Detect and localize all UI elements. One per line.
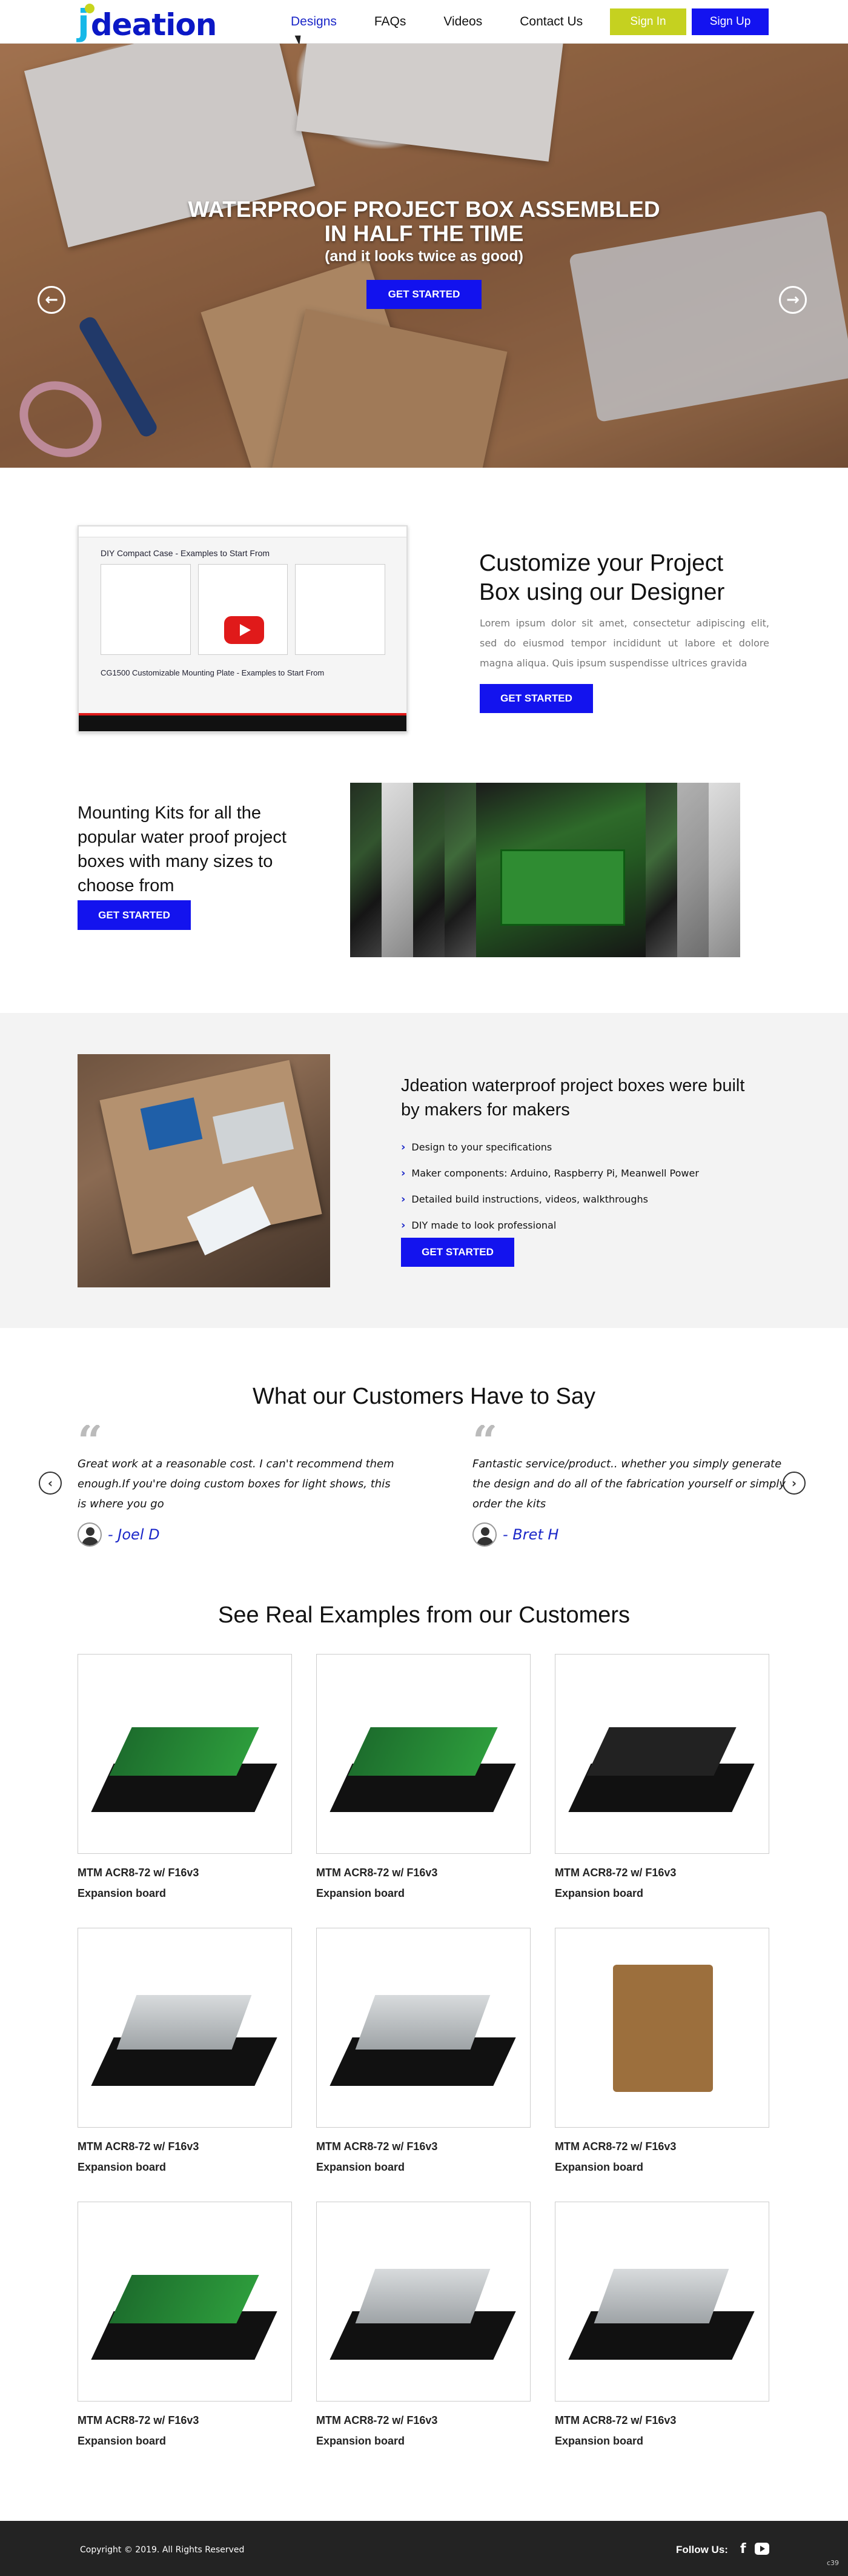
example-caption: MTM ACR8-72 w/ F16v3 Expansion board	[555, 1867, 677, 1899]
video-player[interactable]: DIY Compact Case - Examples to Start Fro…	[78, 525, 408, 732]
hero-subtitle: (and it looks twice as good)	[325, 248, 523, 265]
hero-carousel: WATERPROOF PROJECT BOX ASSEMBLED IN HALF…	[0, 44, 848, 468]
examples-section: See Real Examples from our Customers MTM…	[0, 1601, 848, 2500]
chevron-right-icon: ›	[401, 1193, 406, 1206]
arrow-left-icon[interactable]: ←	[38, 286, 65, 314]
list-item: › Detailed build instructions, videos, wa…	[401, 1193, 648, 1206]
gallery-photo[interactable]	[350, 783, 382, 957]
testimonial-author: - Joel D	[108, 1526, 160, 1543]
example-caption: MTM ACR8-72 w/ F16v3 Expansion board	[316, 1867, 438, 1899]
list-item: › Maker components: Arduino, Raspberry Pi…	[401, 1167, 699, 1180]
nav-link-videos[interactable]: Videos	[443, 15, 482, 29]
testimonial-card: “ Great work at a reasonable cost. I can…	[78, 1425, 399, 1547]
chevron-right-icon: ›	[401, 1167, 406, 1180]
testimonials-title: What our Customers Have to Say	[253, 1384, 595, 1409]
mounting-gallery[interactable]	[350, 783, 769, 957]
gallery-photo[interactable]	[445, 783, 476, 957]
example-caption: MTM ACR8-72 w/ F16v3 Expansion board	[78, 2414, 199, 2447]
mounting-kits-section: Mounting Kits for all the popular water …	[0, 783, 848, 1013]
gallery-photo[interactable]	[413, 783, 445, 957]
top-nav: j deation Designs FAQs Videos Contact Us…	[0, 0, 848, 46]
jdeation-logo[interactable]: j deation	[78, 2, 217, 42]
video-subtitle: CG1500 Customizable Mounting Plate - Exa…	[101, 668, 325, 677]
nav-link-faqs[interactable]: FAQs	[374, 15, 406, 29]
logo-j: j	[78, 4, 94, 40]
example-card[interactable]: MTM ACR8-72 w/ F16v3 Expansion board	[316, 2202, 531, 2451]
sign-up-button[interactable]: Sign Up	[692, 8, 769, 35]
example-photo[interactable]	[316, 2202, 531, 2402]
example-caption: MTM ACR8-72 w/ F16v3 Expansion board	[78, 1867, 199, 1899]
youtube-icon[interactable]	[755, 2543, 769, 2555]
avatar	[78, 1522, 102, 1547]
gallery-photo-main[interactable]	[476, 783, 646, 957]
example-card[interactable]: MTM ACR8-72 w/ F16v3 Expansion board	[555, 2202, 769, 2451]
testimonials-section: What our Customers Have to Say ‹ › “ Gre…	[0, 1328, 848, 1601]
list-item: › Design to your specifications	[401, 1141, 552, 1154]
example-caption: MTM ACR8-72 w/ F16v3 Expansion board	[555, 2414, 677, 2447]
hero-get-started-button[interactable]: GET STARTED	[366, 280, 482, 309]
makers-photo	[78, 1054, 330, 1287]
example-caption: MTM ACR8-72 w/ F16v3 Expansion board	[316, 2414, 438, 2447]
example-card[interactable]: MTM ACR8-72 w/ F16v3 Expansion board	[78, 1928, 292, 2177]
video-title: DIY Compact Case - Examples to Start Fro…	[101, 548, 270, 558]
sign-in-button[interactable]: Sign In	[610, 8, 686, 35]
quote-icon: “	[78, 1425, 399, 1449]
copyright-text: Copyright © 2019. All Rights Reserved	[80, 2545, 245, 2555]
gallery-photo[interactable]	[646, 783, 677, 957]
nav-link-designs[interactable]: Designs	[291, 15, 337, 29]
testimonial-text: Fantastic service/product.. whether you …	[472, 1458, 786, 1510]
example-caption: MTM ACR8-72 w/ F16v3 Expansion board	[555, 2140, 677, 2173]
play-icon[interactable]	[224, 616, 264, 644]
examples-title: See Real Examples from our Customers	[217, 1602, 631, 1628]
example-card[interactable]: MTM ACR8-72 w/ F16v3 Expansion board	[555, 1654, 769, 1904]
example-card[interactable]: MTM ACR8-72 w/ F16v3 Expansion board	[316, 1654, 531, 1904]
corner-label: c39	[827, 2559, 840, 2567]
example-photo[interactable]	[555, 1928, 769, 2128]
example-card[interactable]: MTM ACR8-72 w/ F16v3 Expansion board	[78, 1654, 292, 1904]
mounting-heading: Mounting Kits for all the popular water …	[78, 803, 287, 895]
arrow-right-icon[interactable]: →	[779, 286, 807, 314]
example-photo[interactable]	[316, 1928, 531, 2128]
video-controls[interactable]	[79, 715, 406, 731]
example-photo[interactable]	[78, 1654, 292, 1854]
avatar	[472, 1522, 497, 1547]
nav-links: Designs FAQs Videos Contact Us	[291, 0, 620, 44]
follow-us-label: Follow Us:	[676, 2544, 728, 2555]
testimonial-author: - Bret H	[503, 1526, 559, 1543]
footer: Copyright © 2019. All Rights Reserved Fo…	[0, 2521, 848, 2576]
chevron-right-icon: ›	[401, 1219, 406, 1232]
example-photo[interactable]	[78, 2202, 292, 2402]
list-item: › DIY made to look professional	[401, 1219, 557, 1232]
testimonial-card: “ Fantastic service/product.. whether yo…	[472, 1425, 793, 1547]
mounting-get-started-button[interactable]: GET STARTED	[78, 900, 191, 930]
logo-text: deation	[90, 7, 217, 42]
example-photo[interactable]	[316, 1654, 531, 1854]
designer-body: Lorem ipsum dolor sit amet, consectetur …	[480, 617, 769, 669]
quote-icon: “	[472, 1425, 793, 1449]
gallery-photo[interactable]	[382, 783, 413, 957]
nav-link-contact[interactable]: Contact Us	[520, 15, 583, 29]
example-caption: MTM ACR8-72 w/ F16v3 Expansion board	[316, 2140, 438, 2173]
gallery-photo[interactable]	[709, 783, 740, 957]
example-card[interactable]: MTM ACR8-72 w/ F16v3 Expansion board	[555, 1928, 769, 2177]
designer-get-started-button[interactable]: GET STARTED	[480, 684, 593, 713]
example-photo[interactable]	[555, 1654, 769, 1854]
gallery-photo[interactable]	[677, 783, 709, 957]
example-photo[interactable]	[555, 2202, 769, 2402]
facebook-icon[interactable]: f	[740, 2541, 746, 2557]
example-card[interactable]: MTM ACR8-72 w/ F16v3 Expansion board	[316, 1928, 531, 2177]
example-caption: MTM ACR8-72 w/ F16v3 Expansion board	[78, 2140, 199, 2173]
example-photo[interactable]	[78, 1928, 292, 2128]
makers-get-started-button[interactable]: GET STARTED	[401, 1238, 514, 1267]
example-card[interactable]: MTM ACR8-72 w/ F16v3 Expansion board	[78, 2202, 292, 2451]
chevron-right-icon: ›	[401, 1141, 406, 1154]
hero-title: WATERPROOF PROJECT BOX ASSEMBLED IN HALF…	[188, 197, 660, 246]
testimonial-text: Great work at a reasonable cost. I can't…	[78, 1458, 394, 1510]
arrow-left-icon[interactable]: ‹	[39, 1472, 62, 1495]
makers-bullet-list: › Design to your specifications › Maker co…	[401, 1134, 699, 1238]
makers-section: Jdeation waterproof project boxes were b…	[0, 1013, 848, 1328]
designer-heading: Customize your Project Box using our Des…	[479, 550, 725, 605]
designer-section: DIY Compact Case - Examples to Start Fro…	[0, 468, 848, 783]
makers-heading: Jdeation waterproof project boxes were b…	[401, 1076, 745, 1120]
